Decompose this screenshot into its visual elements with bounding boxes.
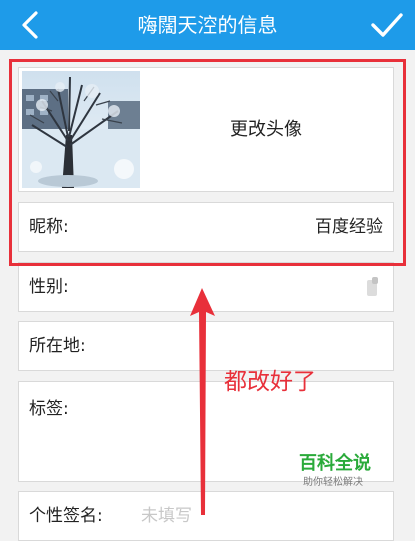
location-row[interactable]: 所在地:	[18, 321, 394, 371]
app-header: 嗨闊天涳的信息	[0, 0, 415, 50]
signature-label: 个性签名:	[29, 506, 103, 526]
checkmark-icon	[371, 13, 403, 37]
location-label: 所在地:	[29, 336, 86, 356]
change-avatar-label: 更改头像	[230, 119, 302, 140]
signature-placeholder: 未填写	[141, 506, 192, 526]
page-title: 嗨闊天涳的信息	[137, 13, 278, 37]
gender-label: 性别:	[29, 277, 69, 297]
tags-row[interactable]: 标签:	[18, 381, 394, 482]
nickname-row[interactable]: 昵称: 百度经验	[18, 202, 394, 252]
gender-row[interactable]: 性别:	[18, 262, 394, 312]
tags-label: 标签:	[29, 399, 69, 419]
nickname-value: 百度经验	[315, 217, 383, 237]
nickname-label: 昵称:	[29, 217, 69, 237]
back-button[interactable]	[14, 8, 48, 42]
gender-toggle[interactable]	[367, 277, 378, 296]
save-button[interactable]	[369, 8, 405, 42]
signature-row[interactable]: 个性签名: 未填写	[18, 491, 394, 541]
avatar[interactable]	[22, 71, 140, 188]
chevron-left-icon	[22, 11, 38, 39]
change-avatar-row[interactable]: 更改头像	[18, 67, 394, 192]
avatar-image	[22, 71, 140, 188]
